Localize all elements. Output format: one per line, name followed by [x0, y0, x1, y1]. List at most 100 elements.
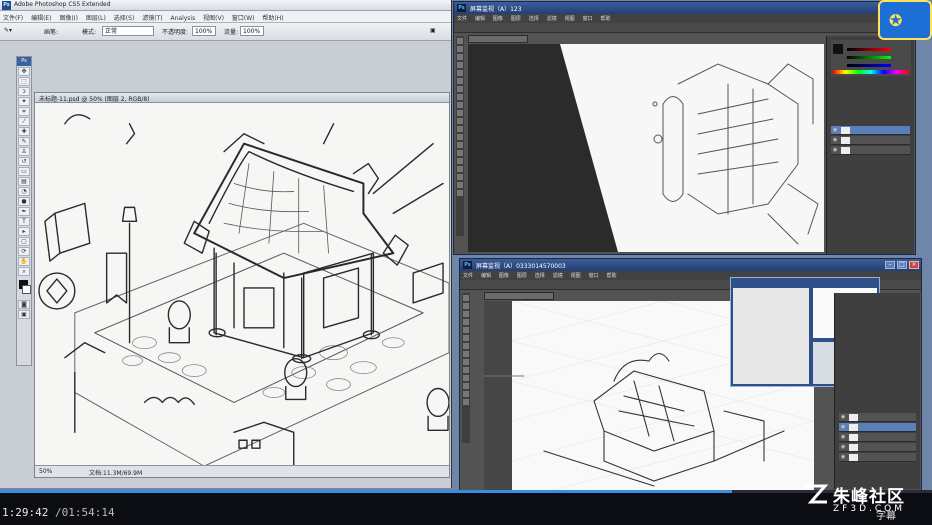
tool-icon[interactable] — [457, 158, 463, 164]
tool-icon[interactable] — [457, 94, 463, 100]
eyedropper-tool-icon[interactable]: ⁄ — [18, 117, 30, 126]
tool-icon[interactable] — [463, 343, 469, 349]
3d-rotate-tool-icon[interactable]: ⟳ — [18, 247, 30, 256]
eye-icon[interactable]: ◉ — [841, 434, 845, 440]
stamp-tool-icon[interactable]: ♙ — [18, 147, 30, 156]
tool-icon[interactable] — [457, 86, 463, 92]
panel-toggle-icon[interactable]: ▣ — [430, 27, 436, 34]
crop-tool-icon[interactable]: ⌗ — [18, 107, 30, 116]
menu-layer[interactable]: 图层 — [508, 14, 524, 23]
tool-icon[interactable] — [457, 182, 463, 188]
tool-icon[interactable] — [463, 295, 469, 301]
foreground-color-swatch[interactable] — [833, 44, 843, 54]
menu-layer[interactable]: 图层 — [514, 271, 530, 280]
hand-tool-icon[interactable]: ✋ — [18, 257, 30, 266]
zoom-readout[interactable]: 50% — [39, 468, 52, 475]
minimize-button[interactable]: – — [885, 261, 895, 269]
move-tool-icon[interactable]: ✥ — [18, 67, 30, 76]
menu-image[interactable]: 图像 — [496, 271, 512, 280]
tool-icon[interactable] — [463, 391, 469, 397]
dodge-tool-icon[interactable]: ● — [18, 197, 30, 206]
tool-icon[interactable] — [457, 70, 463, 76]
menu-image[interactable]: 图像 — [490, 14, 506, 23]
menu-help[interactable]: 帮助 — [598, 14, 614, 23]
menu-view[interactable]: 视图 — [562, 14, 578, 23]
type-tool-icon[interactable]: T — [18, 217, 30, 226]
layer-row[interactable]: ◉ — [839, 423, 916, 432]
pen-tool-icon[interactable]: ✒ — [18, 207, 30, 216]
tool-icon[interactable] — [463, 367, 469, 373]
menu-window[interactable]: 窗口 — [586, 271, 602, 280]
tool-icon[interactable] — [457, 190, 463, 196]
tr-document-tab[interactable] — [468, 35, 528, 43]
tool-icon[interactable] — [457, 46, 463, 52]
tool-icon[interactable] — [463, 383, 469, 389]
healing-tool-icon[interactable]: ✚ — [18, 127, 30, 136]
tool-icon[interactable] — [463, 375, 469, 381]
eye-icon[interactable]: ◉ — [841, 444, 845, 450]
menu-file[interactable]: 文件 — [454, 14, 470, 23]
tool-icon[interactable] — [463, 327, 469, 333]
menu-filter[interactable]: 滤镜 — [544, 14, 560, 23]
lasso-tool-icon[interactable]: ↄ — [18, 87, 30, 96]
eye-icon[interactable]: ◉ — [841, 414, 845, 420]
menu-filter[interactable]: 滤镜 — [550, 271, 566, 280]
opacity-field[interactable]: 100% — [192, 26, 216, 36]
layer-row[interactable]: ◉ — [839, 443, 916, 452]
layer-row[interactable]: ◉ — [839, 453, 916, 462]
layer-row[interactable]: ◉ — [831, 136, 910, 145]
menu-edit[interactable]: 编辑 — [478, 271, 494, 280]
eraser-tool-icon[interactable]: ▭ — [18, 167, 30, 176]
history-brush-tool-icon[interactable]: ↺ — [18, 157, 30, 166]
menu-select[interactable]: 选择 — [526, 14, 542, 23]
tool-icon[interactable] — [457, 150, 463, 156]
menu-help[interactable]: 帮助 — [604, 271, 620, 280]
layer-row[interactable]: ◉ — [831, 126, 910, 135]
tool-icon[interactable] — [457, 62, 463, 68]
zoom-tool-icon[interactable]: ⌕ — [18, 267, 30, 276]
mode-select[interactable]: 正常 — [102, 26, 154, 36]
tool-icon[interactable] — [463, 303, 469, 309]
document-tab[interactable]: 未标题-11.psd @ 50% (图层 2, RGB/8) — [35, 93, 449, 103]
path-select-tool-icon[interactable]: ▸ — [18, 227, 30, 236]
screen-mode-icon[interactable]: ▣ — [18, 310, 30, 319]
layer-row[interactable]: ◉ — [839, 413, 916, 422]
tool-icon[interactable] — [463, 359, 469, 365]
tool-icon[interactable] — [457, 134, 463, 140]
quick-select-tool-icon[interactable]: ✦ — [18, 97, 30, 106]
tool-icon[interactable] — [463, 335, 469, 341]
background-color-swatch[interactable] — [22, 285, 31, 294]
eye-icon[interactable]: ◉ — [833, 137, 837, 143]
menu-file[interactable]: 文件 — [460, 271, 476, 280]
progress-track[interactable] — [0, 490, 932, 493]
tool-icon[interactable] — [457, 166, 463, 172]
tool-icon[interactable] — [463, 319, 469, 325]
tool-icon[interactable] — [457, 118, 463, 124]
quick-mask-icon[interactable]: ◙ — [18, 300, 30, 309]
marquee-tool-icon[interactable]: ⬚ — [18, 77, 30, 86]
menu-edit[interactable]: 编辑 — [472, 14, 488, 23]
tool-icon[interactable] — [463, 311, 469, 317]
eye-icon[interactable]: ◉ — [841, 454, 845, 460]
eye-icon[interactable]: ◉ — [841, 424, 845, 430]
br-document-tab[interactable] — [484, 292, 554, 300]
tr-canvas[interactable] — [468, 44, 824, 252]
blur-tool-icon[interactable]: ◔ — [18, 187, 30, 196]
layer-row[interactable]: ◉ — [831, 146, 910, 155]
tool-icon[interactable] — [457, 102, 463, 108]
shape-tool-icon[interactable]: ▢ — [18, 237, 30, 246]
color-ramp[interactable] — [833, 70, 909, 74]
brush-tool-icon[interactable]: ✎ — [18, 137, 30, 146]
brush-tool-icon[interactable]: ✎▾ — [4, 27, 12, 34]
flow-field[interactable]: 100% — [240, 26, 264, 36]
tool-icon[interactable] — [457, 110, 463, 116]
layer-row[interactable]: ◉ — [839, 433, 916, 442]
tool-icon[interactable] — [463, 399, 469, 405]
gradient-tool-icon[interactable]: ▤ — [18, 177, 30, 186]
eye-icon[interactable]: ◉ — [833, 127, 837, 133]
tool-icon[interactable] — [457, 142, 463, 148]
sketch-canvas[interactable] — [35, 103, 449, 467]
tool-icon[interactable] — [457, 38, 463, 44]
menu-window[interactable]: 窗口 — [580, 14, 596, 23]
tool-icon[interactable] — [457, 174, 463, 180]
